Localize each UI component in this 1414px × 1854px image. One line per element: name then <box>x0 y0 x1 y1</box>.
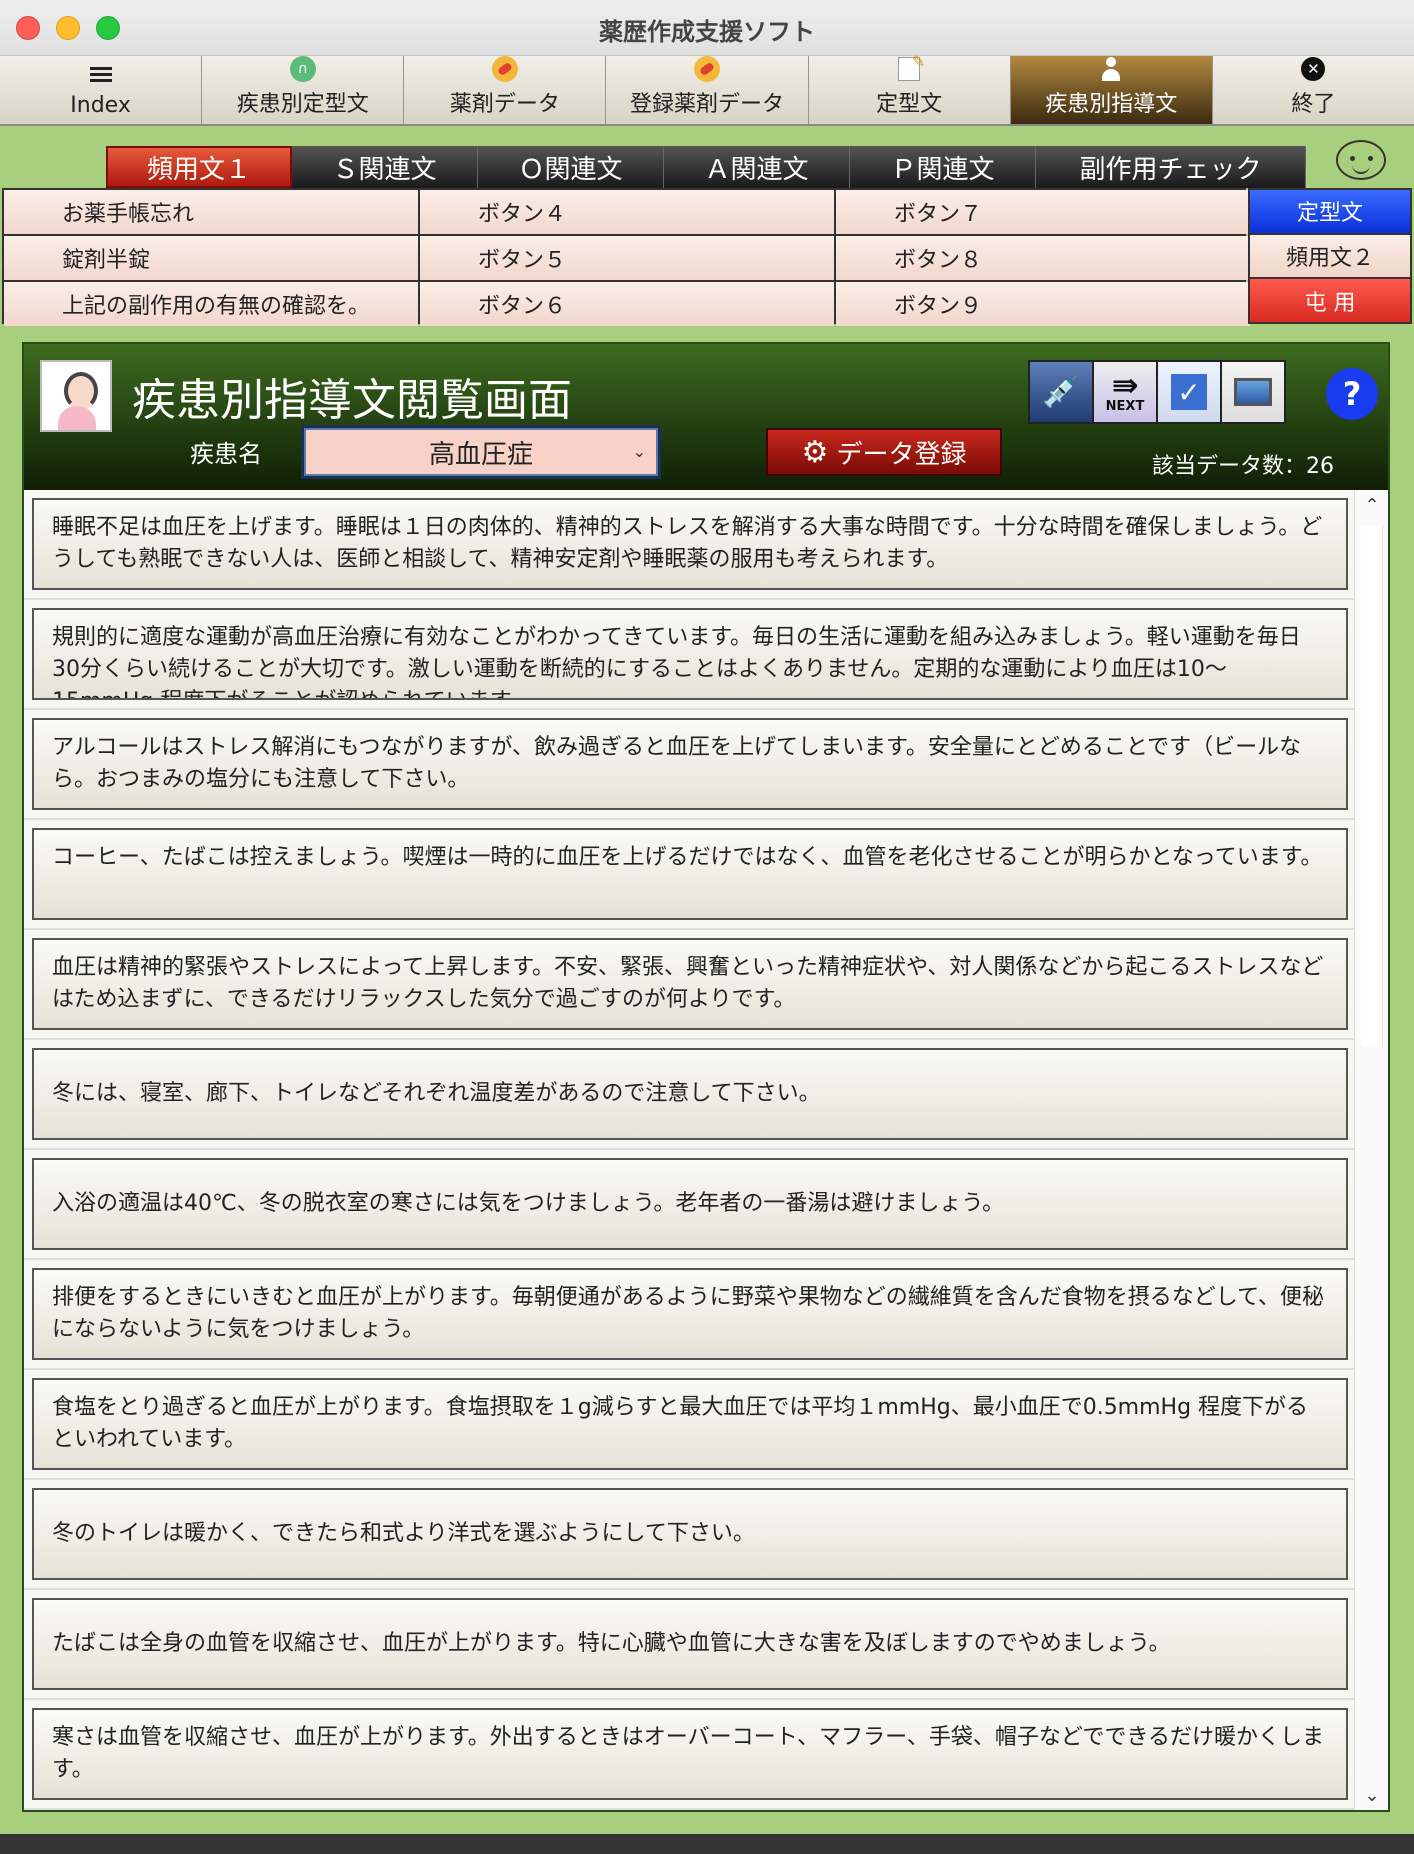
tab-side-effect-check[interactable]: 副作用チェック <box>1036 146 1306 188</box>
pill-icon <box>693 56 721 82</box>
toolbar-registered-drug-data[interactable]: 登録薬剤データ <box>606 56 809 124</box>
toolbar-disease-template[interactable]: ∩ 疾患別定型文 <box>202 56 405 124</box>
checkbox-icon[interactable]: ✓ <box>1158 362 1220 422</box>
window-title: 薬歴作成支援ソフト <box>599 18 815 46</box>
toolbar-label: 終了 <box>1291 92 1336 117</box>
phrase-button[interactable]: ボタン６ <box>420 282 834 326</box>
phrase-button[interactable]: 錠剤半錠 <box>4 236 418 280</box>
list-item[interactable]: 寒さは血管を収縮させ、血圧が上がります。外出するときはオーバーコート、マフラー、… <box>24 1700 1354 1810</box>
stethoscope-icon: ∩ <box>289 56 317 82</box>
gear-icon: ⚙ <box>801 434 829 470</box>
list-item[interactable]: 冬には、寝室、廊下、トイレなどそれぞれ温度差があるので注意して下さい。 <box>24 1040 1354 1150</box>
toolbar-index[interactable]: Index <box>0 56 203 124</box>
guidance-text: たばこは全身の血管を収縮させ、血圧が上がります。特に心臓や血管に大きな害を及ぼし… <box>32 1598 1348 1690</box>
guidance-panel: 疾患別指導文閲覧画面 疾患名 高血圧症 ⌄ ⚙ データ登録 💉 ⇛ NEXT ✓… <box>22 342 1390 1812</box>
toolbar-disease-guidance[interactable]: 疾患別指導文 <box>1010 56 1213 124</box>
guidance-text: 排便をするときにいきむと血圧が上がります。毎朝便通があるように野菜や果物などの繊… <box>32 1268 1348 1360</box>
list-icon <box>87 61 115 89</box>
next-arrow-icon: ⇛ <box>1111 365 1139 404</box>
close-icon: ✕ <box>1299 56 1327 82</box>
tab-o-related[interactable]: Ｏ関連文 <box>478 146 664 188</box>
chevron-down-icon[interactable]: ⌄ <box>1355 1780 1389 1810</box>
chevron-up-icon[interactable]: ⌃ <box>1355 490 1389 520</box>
toolbar-label: 疾患別指導文 <box>1045 92 1178 117</box>
toolbar-label: 定型文 <box>876 92 943 117</box>
list-item[interactable]: アルコールはストレス解消にもつながりますが、飲み過ぎると血圧を上げてしまいます。… <box>24 710 1354 820</box>
phrase-button[interactable]: ボタン４ <box>420 190 834 234</box>
list-item[interactable]: 規則的に適度な運動が高血圧治療に有効なことがわかってきています。毎日の生活に運動… <box>24 600 1354 710</box>
side-button-group: 定型文 頻用文２ 屯 用 <box>1248 188 1412 324</box>
help-button[interactable]: ? <box>1326 368 1378 420</box>
tab-frequent-1[interactable]: 頻用文１ <box>106 146 292 188</box>
pill-icon <box>491 56 519 82</box>
record-count: 該当データ数：26 <box>1152 454 1334 479</box>
phrase-button[interactable]: ボタン５ <box>420 236 834 280</box>
tab-p-related[interactable]: Ｐ関連文 <box>850 146 1036 188</box>
guidance-text: 冬のトイレは暖かく、できたら和式より洋式を選ぶようにして下さい。 <box>32 1488 1348 1580</box>
guidance-text: 冬には、寝室、廊下、トイレなどそれぞれ温度差があるので注意して下さい。 <box>32 1048 1348 1140</box>
panel-header: 疾患別指導文閲覧画面 疾患名 高血圧症 ⌄ ⚙ データ登録 💉 ⇛ NEXT ✓… <box>24 344 1388 490</box>
tab-s-related[interactable]: Ｓ関連文 <box>292 146 478 188</box>
guidance-text: アルコールはストレス解消にもつながりますが、飲み過ぎると血圧を上げてしまいます。… <box>32 718 1348 810</box>
memo-icon <box>895 52 925 82</box>
tab-a-related[interactable]: Ａ関連文 <box>664 146 850 188</box>
toolbar-label: 登録薬剤データ <box>629 92 784 117</box>
toolbar-label: Index <box>70 93 131 118</box>
syringe-icon[interactable]: 💉 <box>1030 362 1092 422</box>
person-icon <box>1097 56 1125 82</box>
toolbar-label: 疾患別定型文 <box>236 92 369 117</box>
template-button[interactable]: 定型文 <box>1250 190 1410 233</box>
list-item[interactable]: 入浴の適温は40℃、冬の脱衣室の寒さには気をつけましょう。老年者の一番湯は避けま… <box>24 1150 1354 1260</box>
toolbar-drug-data[interactable]: 薬剤データ <box>404 56 607 124</box>
phrase-button[interactable]: ボタン７ <box>836 190 1250 234</box>
list-item[interactable]: 睡眠不足は血圧を上げます。睡眠は１日の肉体的、精神的ストレスを解消する大事な時間… <box>24 490 1354 600</box>
pharmacist-avatar-icon <box>40 360 112 432</box>
phrase-button[interactable]: ボタン８ <box>836 236 1250 280</box>
guidance-list: 睡眠不足は血圧を上げます。睡眠は１日の肉体的、精神的ストレスを解消する大事な時間… <box>24 490 1354 1810</box>
phrase-button-grid: お薬手帳忘れ ボタン４ ボタン７ 錠剤半錠 ボタン５ ボタン８ 上記の副作用の有… <box>2 188 1250 326</box>
guidance-text: 入浴の適温は40℃、冬の脱衣室の寒さには気をつけましょう。老年者の一番湯は避けま… <box>32 1158 1348 1250</box>
frequent-2-button[interactable]: 頻用文２ <box>1250 234 1410 278</box>
list-item[interactable]: コーヒー、たばこは控えましょう。喫煙は一時的に血圧を上げるだけではなく、血管を老… <box>24 820 1354 930</box>
face-icon[interactable] <box>1336 140 1386 180</box>
chevron-down-icon: ⌄ <box>632 442 646 461</box>
disease-select-value: 高血圧症 <box>428 439 533 470</box>
bottom-bar <box>0 1834 1414 1854</box>
list-item[interactable]: 血圧は精神的緊張やストレスによって上昇します。不安、緊張、興奮といった精神症状や… <box>24 930 1354 1040</box>
disease-select[interactable]: 高血圧症 ⌄ <box>304 428 658 476</box>
guidance-text: 食塩をとり過ぎると血圧が上がります。食塩摂取を１g減らすと最大血圧では平均１mm… <box>32 1378 1348 1470</box>
as-needed-button[interactable]: 屯 用 <box>1250 279 1410 323</box>
guidance-text: 規則的に適度な運動が高血圧治療に有効なことがわかってきています。毎日の生活に運動… <box>32 608 1348 700</box>
next-button[interactable]: ⇛ NEXT <box>1094 362 1156 422</box>
toolbar-quit[interactable]: ✕ 終了 <box>1213 56 1414 124</box>
list-item[interactable]: 食塩をとり過ぎると血圧が上がります。食塩摂取を１g減らすと最大血圧では平均１mm… <box>24 1370 1354 1480</box>
list-item[interactable]: 排便をするときにいきむと血圧が上がります。毎朝便通があるように野菜や果物などの繊… <box>24 1260 1354 1370</box>
guidance-text: 寒さは血管を収縮させ、血圧が上がります。外出するときはオーバーコート、マフラー、… <box>32 1708 1348 1800</box>
list-item[interactable]: たばこは全身の血管を収縮させ、血圧が上がります。特に心臓や血管に大きな害を及ぼし… <box>24 1590 1354 1700</box>
guidance-text: コーヒー、たばこは控えましょう。喫煙は一時的に血圧を上げるだけではなく、血管を老… <box>32 828 1348 920</box>
toolbar-template[interactable]: 定型文 <box>809 52 1011 124</box>
data-register-label: データ登録 <box>836 439 967 470</box>
data-register-button[interactable]: ⚙ データ登録 <box>766 428 1002 476</box>
phrase-button[interactable]: お薬手帳忘れ <box>4 190 418 234</box>
monitor-icon[interactable] <box>1222 362 1284 422</box>
disease-label: 疾患名 <box>190 440 262 468</box>
next-label: NEXT <box>1105 398 1145 414</box>
page-title: 疾患別指導文閲覧画面 <box>132 375 572 426</box>
list-item[interactable]: 冬のトイレは暖かく、できたら和式より洋式を選ぶようにして下さい。 <box>24 1480 1354 1590</box>
guidance-text: 血圧は精神的緊張やストレスによって上昇します。不安、緊張、興奮といった精神症状や… <box>32 938 1348 1030</box>
tool-icon-tray: 💉 ⇛ NEXT ✓ <box>1028 360 1286 424</box>
sub-tab-bar: 頻用文１ Ｓ関連文 Ｏ関連文 Ａ関連文 Ｐ関連文 副作用チェック <box>106 146 1306 188</box>
main-toolbar: Index ∩ 疾患別定型文 薬剤データ 登録薬剤データ 定型文 疾患別指導文 … <box>0 52 1414 126</box>
phrase-button[interactable]: ボタン９ <box>836 282 1250 326</box>
title-bar: 薬歴作成支援ソフト <box>0 0 1414 56</box>
toolbar-label: 薬剤データ <box>449 92 560 117</box>
list-scrollbar[interactable]: ⌃ ⌄ <box>1354 490 1388 1810</box>
guidance-text: 睡眠不足は血圧を上げます。睡眠は１日の肉体的、精神的ストレスを解消する大事な時間… <box>32 498 1348 590</box>
scroll-thumb[interactable] <box>1361 526 1383 1046</box>
phrase-button[interactable]: 上記の副作用の有無の確認を。 <box>4 282 418 326</box>
